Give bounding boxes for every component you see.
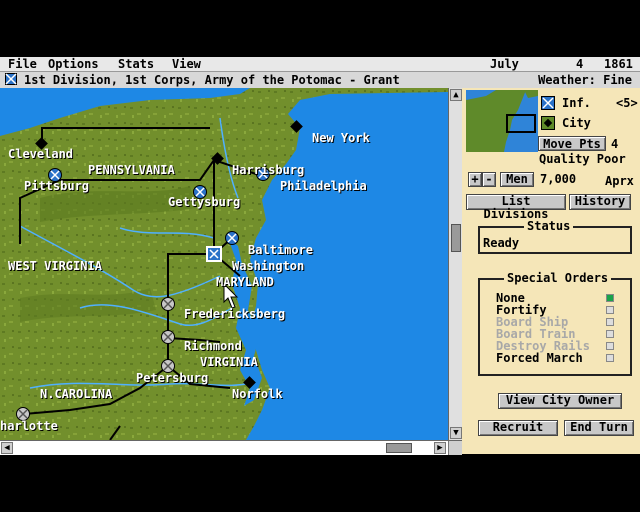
legend-city-label: City xyxy=(562,116,591,130)
decrease-men-button[interactable]: - xyxy=(482,172,496,187)
menu-file[interactable]: File xyxy=(8,57,37,71)
map-label-virginia: VIRGINIA xyxy=(200,355,258,369)
legend-inf-label: Inf. xyxy=(562,96,591,110)
city-newyork-marker xyxy=(290,120,303,133)
unit-title: 1st Division, 1st Corps, Army of the Pot… xyxy=(24,73,400,87)
list-divisions-button[interactable]: List Divisions xyxy=(466,194,566,221)
special-order-checkbox[interactable] xyxy=(606,318,614,326)
map-label-pennsylvania: PENNSYLVANIA xyxy=(88,163,175,177)
infantry-legend-icon xyxy=(541,96,555,110)
map-label-n-carolina: N.CAROLINA xyxy=(40,387,113,401)
map-horizontal-scrollbar[interactable]: ◀ ▶ xyxy=(0,440,462,455)
map-label-charlotte[interactable]: harlotte xyxy=(0,420,58,432)
special-order-checkbox[interactable] xyxy=(606,354,614,362)
map-label-richmond[interactable]: Richmond xyxy=(184,340,242,352)
map-label-philadelphia[interactable]: Philadelphia xyxy=(280,180,367,192)
quality-text: Quality Poor xyxy=(539,152,626,166)
city-legend-icon xyxy=(541,116,555,130)
special-order-item[interactable]: Forced March xyxy=(496,351,583,365)
unit-size-toggle[interactable]: <5> xyxy=(616,96,638,110)
date-day: 4 xyxy=(576,57,584,71)
map-label-harrisburg[interactable]: Harrisburg xyxy=(232,164,304,176)
scroll-down-arrow-icon[interactable]: ▼ xyxy=(450,427,462,439)
date-year: 1861 xyxy=(604,57,633,71)
special-order-checkbox[interactable] xyxy=(606,294,614,302)
map-label-baltimore[interactable]: Baltimore xyxy=(248,244,313,256)
recruit-button[interactable]: Recruit xyxy=(478,420,558,436)
move-points-value: 4 xyxy=(611,137,619,151)
map-label-cleveland[interactable]: Cleveland xyxy=(8,148,73,160)
infantry-unit-icon xyxy=(5,73,17,85)
confederate-units xyxy=(16,297,175,421)
overview-minimap[interactable] xyxy=(466,90,538,152)
resize-corner-icon[interactable] xyxy=(448,441,462,455)
map-label-petersburg[interactable]: Petersburg xyxy=(136,372,208,384)
map-label-west-virginia: WEST VIRGINIA xyxy=(8,259,102,273)
map-label-pittsburg[interactable]: Pittsburg xyxy=(24,180,89,192)
horizontal-scroll-thumb[interactable] xyxy=(386,443,412,453)
increase-men-button[interactable]: + xyxy=(468,172,482,187)
history-button[interactable]: History xyxy=(569,194,631,210)
map-vertical-scrollbar[interactable]: ▲ ▼ xyxy=(448,88,463,440)
men-count: 7,000 xyxy=(540,172,577,186)
scroll-up-arrow-icon[interactable]: ▲ xyxy=(450,89,462,101)
special-orders-title: Special Orders xyxy=(504,271,612,285)
view-city-owner-button[interactable]: View City Owner xyxy=(498,393,622,409)
status-title: Status xyxy=(524,219,574,233)
menu-options[interactable]: Options xyxy=(48,57,99,71)
men-approx-label: Aprx xyxy=(605,174,634,188)
status-value: Ready xyxy=(483,236,520,250)
map-label-new-york[interactable]: New York xyxy=(312,132,370,144)
end-turn-button[interactable]: End Turn xyxy=(564,420,634,436)
map-label-washington[interactable]: Washington xyxy=(232,260,304,272)
menu-stats[interactable]: Stats xyxy=(118,57,154,71)
special-order-checkbox[interactable] xyxy=(606,342,614,350)
campaign-map[interactable]: Cleveland PENNSYLVANIA Harrisburg Pittsb… xyxy=(0,88,448,440)
menu-bar: File Options Stats View July 4 1861 xyxy=(0,57,640,71)
men-button[interactable]: Men xyxy=(500,172,534,187)
map-label-gettysburg[interactable]: Gettysburg xyxy=(168,196,240,208)
date-month: July xyxy=(490,57,519,71)
status-box: Status Ready xyxy=(478,219,632,254)
special-order-checkbox[interactable] xyxy=(606,306,614,314)
vertical-scroll-thumb[interactable] xyxy=(451,224,461,252)
menu-view[interactable]: View xyxy=(172,57,201,71)
special-order-checkbox[interactable] xyxy=(606,330,614,338)
map-label-norfolk[interactable]: Norfolk xyxy=(232,388,283,400)
map-label-maryland: MARYLAND xyxy=(216,275,274,289)
weather-status: Weather: Fine xyxy=(538,73,632,87)
unit-title-bar: 1st Division, 1st Corps, Army of the Pot… xyxy=(0,71,640,89)
city-harrisburg-marker xyxy=(211,152,224,165)
move-points-button[interactable]: Move Pts xyxy=(538,136,606,151)
scroll-right-arrow-icon[interactable]: ▶ xyxy=(434,442,446,454)
map-label-fredericksberg[interactable]: Fredericksberg xyxy=(184,308,285,320)
scroll-left-arrow-icon[interactable]: ◀ xyxy=(1,442,13,454)
unit-info-panel: Inf. <5> City Move Pts 4 Quality Poor + … xyxy=(462,88,640,454)
